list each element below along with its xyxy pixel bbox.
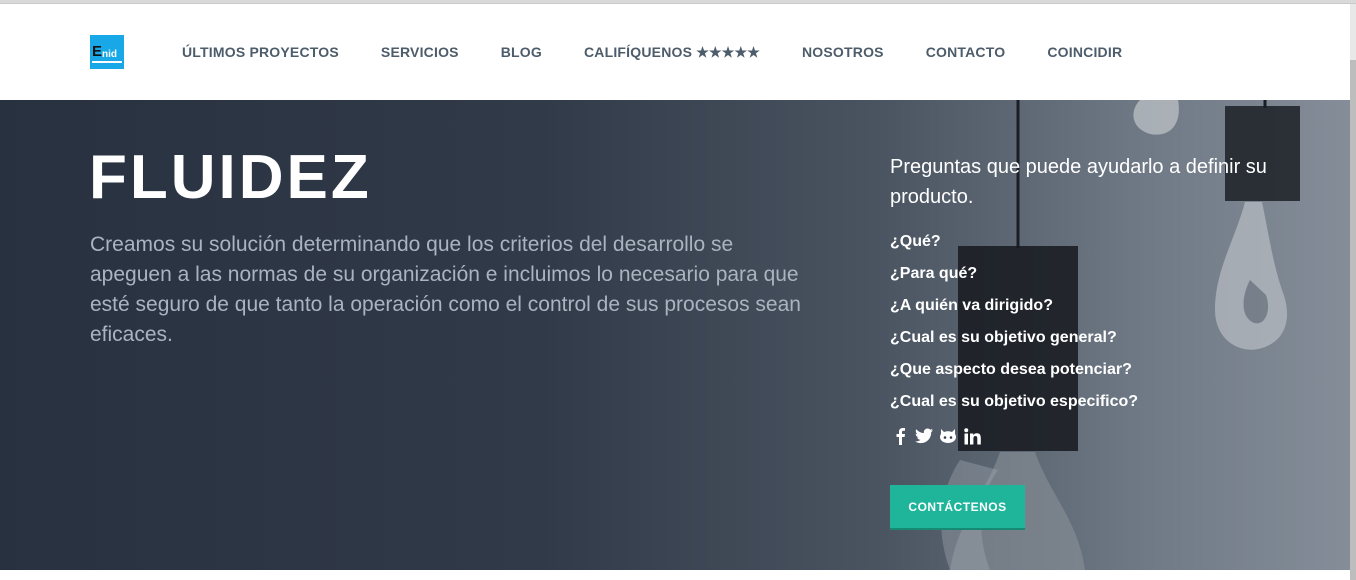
nav-ultimos-proyectos[interactable]: ÚLTIMOS PROYECTOS [161,44,360,60]
enid-logo[interactable]: E nid [90,35,124,69]
question-item: ¿Qué? [890,233,941,250]
nav-servicios[interactable]: SERVICIOS [360,44,480,60]
social-links [890,424,1290,448]
linkedin-icon[interactable] [962,426,982,446]
github-icon[interactable] [938,426,958,446]
question-item: ¿Para qué? [890,265,978,282]
question-item: ¿Que aspecto desea potenciar? [890,361,1132,378]
logo-letter: E [92,43,103,60]
nav-califiquenos[interactable]: CALIFÍQUENOS ★★★★★ [563,44,781,61]
questions-heading: Preguntas que puede ayudarlo a definir s… [890,156,1267,208]
nav-blog[interactable]: BLOG [480,44,563,60]
hero-section: FLUIDEZ Creamos su solución determinando… [0,100,1350,570]
facebook-icon[interactable] [890,426,910,446]
twitter-icon[interactable] [914,426,934,446]
question-item: ¿Cual es su objetivo especifico? [890,393,1139,410]
contact-button[interactable]: CONTÁCTENOS [890,485,1025,528]
hero-title: FLUIDEZ [89,143,372,212]
nav-nosotros[interactable]: NOSOTROS [781,44,905,60]
scrollbar[interactable] [1350,4,1356,580]
nav-contacto[interactable]: CONTACTO [905,44,1027,60]
questions-panel: Preguntas que puede ayudarlo a definir s… [890,152,1290,448]
nav-coincidir[interactable]: COINCIDIR [1026,44,1143,60]
scrollbar-thumb[interactable] [1350,60,1356,580]
main-nav: ÚLTIMOS PROYECTOS SERVICIOS BLOG CALIFÍQ… [161,4,1143,100]
site-header: E nid ÚLTIMOS PROYECTOS SERVICIOS BLOG C… [0,4,1350,100]
logo-underline [92,61,122,63]
logo-text: nid [102,49,117,60]
question-item: ¿A quién va dirigido? [890,297,1053,314]
hero-description: Creamos su solución determinando que los… [90,233,801,346]
questions-list: ¿Qué? ¿Para qué? ¿A quién va dirigido? ¿… [890,226,1290,418]
question-item: ¿Cual es su objetivo general? [890,329,1117,346]
